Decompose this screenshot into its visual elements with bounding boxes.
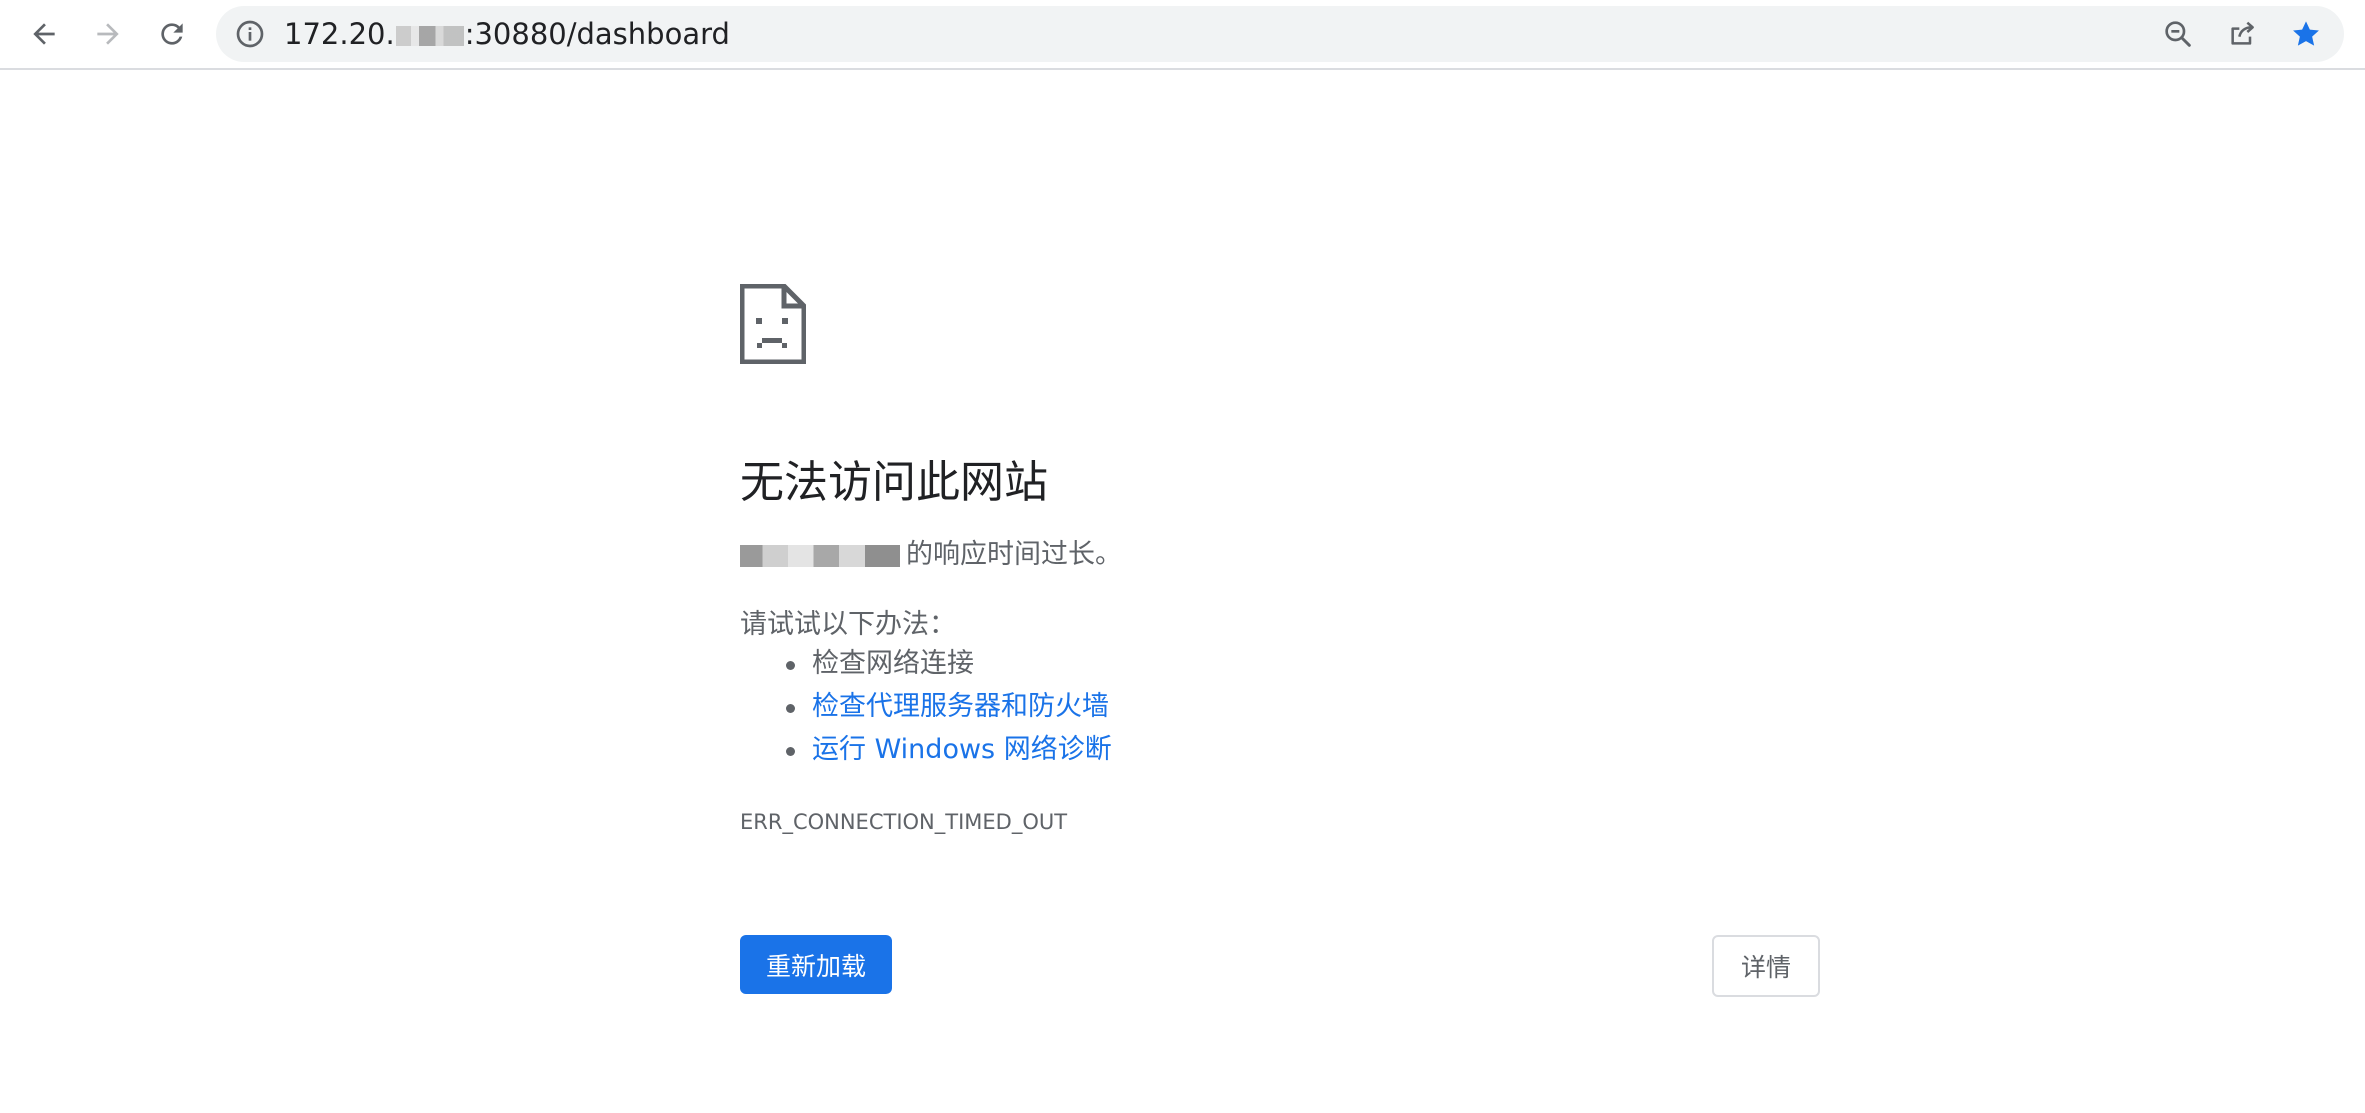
arrow-left-icon — [33, 23, 55, 45]
suggestion-list: 检查网络连接 检查代理服务器和防火墙 运行 Windows 网络诊断 — [740, 642, 1112, 771]
try-label: 请试试以下办法： — [740, 609, 956, 640]
reload-icon — [161, 23, 183, 45]
url-text[interactable]: 172.20. :30880/dashboard — [284, 6, 730, 62]
redacted-host — [740, 544, 900, 567]
suggestion-check-proxy-link[interactable]: 检查代理服务器和防火墙 — [740, 685, 1112, 728]
address-bar[interactable]: 172.20. :30880/dashboard — [216, 6, 2344, 62]
reload-button[interactable] — [148, 10, 196, 58]
url-prefix: 172.20. — [284, 17, 395, 51]
error-code: ERR_CONNECTION_TIMED_OUT — [740, 810, 1068, 834]
info-icon[interactable] — [234, 18, 266, 50]
browser-toolbar: 172.20. :30880/dashboard — [0, 0, 2365, 70]
url-redacted-segment — [395, 26, 464, 46]
forward-button[interactable] — [84, 10, 132, 58]
url-suffix: :30880/dashboard — [464, 17, 730, 51]
zoom-out-icon[interactable] — [2162, 18, 2194, 50]
arrow-right-icon — [97, 23, 119, 45]
details-button[interactable]: 详情 — [1712, 935, 1820, 997]
error-summary: 的响应时间过长。 — [740, 532, 1122, 571]
suggestion-run-diagnostics-link[interactable]: 运行 Windows 网络诊断 — [740, 728, 1112, 771]
reload-page-button[interactable]: 重新加载 — [740, 935, 892, 994]
summary-text: 的响应时间过长。 — [906, 539, 1122, 570]
share-icon[interactable] — [2226, 18, 2258, 50]
error-heading: 无法访问此网站 — [740, 457, 1048, 508]
star-icon[interactable] — [2290, 18, 2322, 50]
sad-page-icon — [740, 284, 806, 364]
back-button[interactable] — [20, 10, 68, 58]
suggestion-check-network: 检查网络连接 — [740, 642, 1112, 685]
